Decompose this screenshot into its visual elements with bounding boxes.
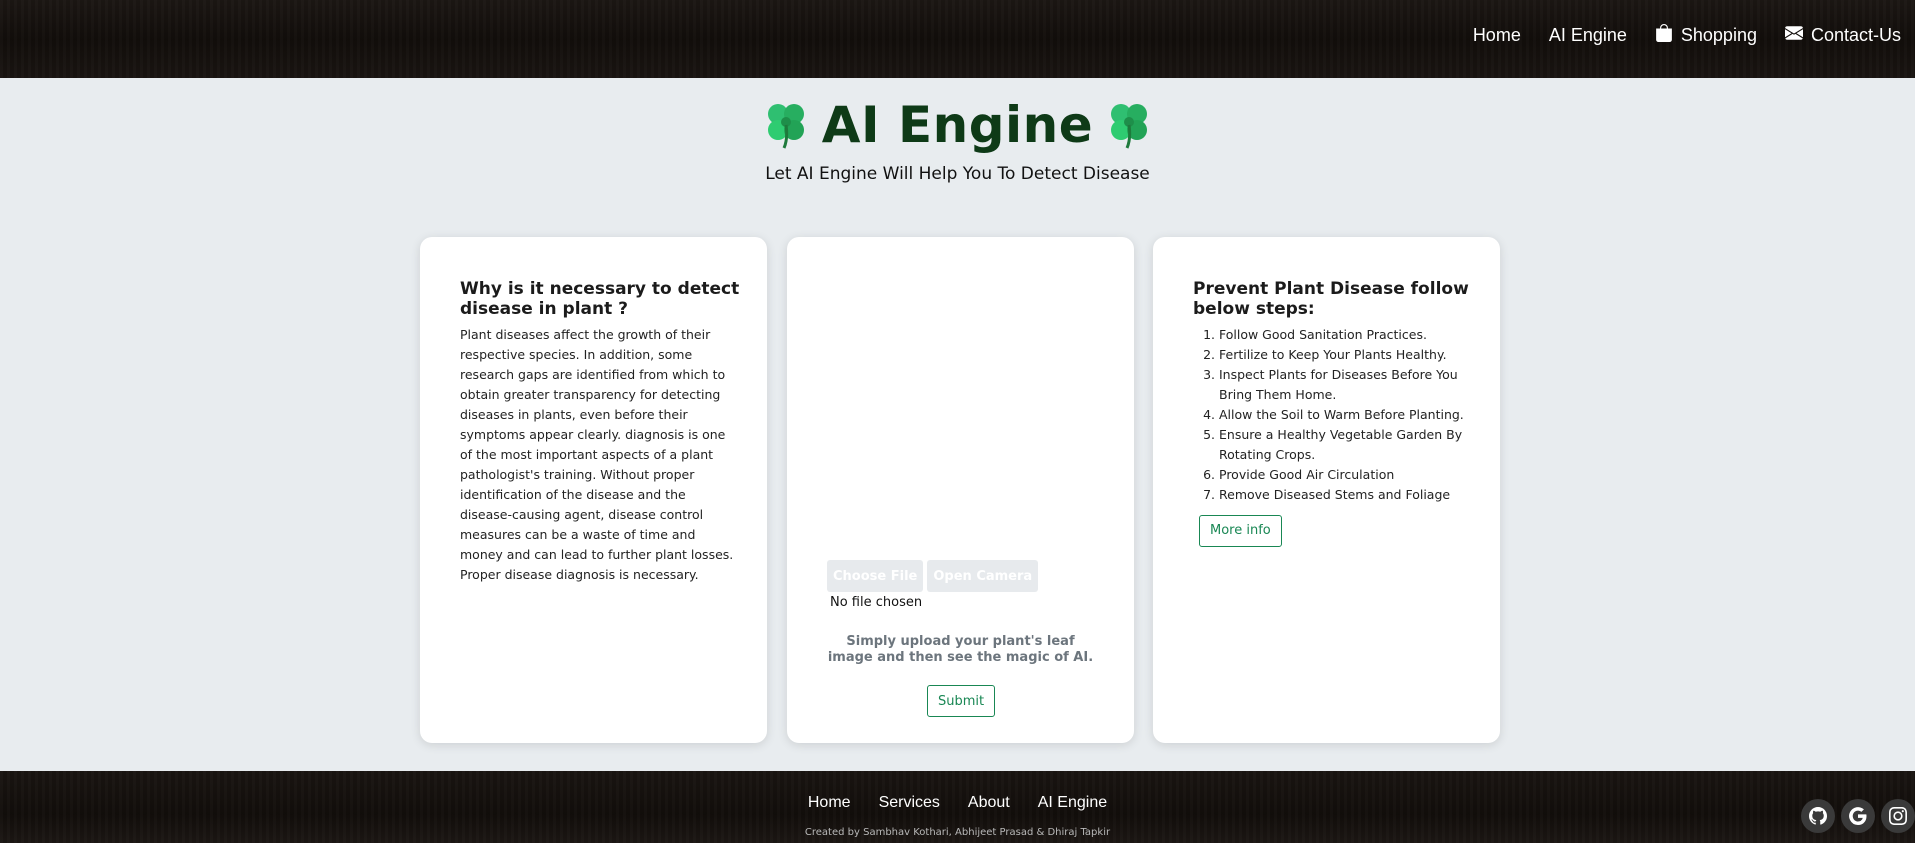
upload-card: Choose File Open Camera No file chosen S… [787, 237, 1134, 743]
top-navbar: Home AI Engine Shopping Contact-Us [0, 0, 1915, 78]
more-info-button[interactable]: More info [1199, 515, 1282, 547]
choose-file-button[interactable]: Choose File [827, 560, 924, 592]
nav-ai-engine-link[interactable]: AI Engine [1549, 25, 1627, 46]
footer-ai-engine-link[interactable]: AI Engine [1038, 794, 1107, 812]
social-links [1801, 799, 1915, 833]
list-item: Fertilize to Keep Your Plants Healthy. [1219, 345, 1479, 365]
list-item: Ensure a Healthy Vegetable Garden By Rot… [1219, 425, 1479, 465]
nav-contact-link[interactable]: Contact-Us [1784, 24, 1901, 47]
github-icon[interactable] [1801, 799, 1835, 833]
nav-ai-engine-label: AI Engine [1548, 25, 1627, 45]
shopping-bag-icon [1655, 24, 1673, 47]
footer-credits: Created by Sambhav Kothari, Abhijeet Pra… [804, 827, 1111, 838]
footer-services-link[interactable]: Services [879, 794, 940, 812]
prevent-disease-title: Prevent Plant Disease follow below steps… [1193, 279, 1469, 319]
nav-home-link[interactable]: Home [1473, 25, 1521, 46]
why-detect-title: Why is it necessary to detect disease in… [460, 279, 740, 319]
footer-about-link[interactable]: About [968, 794, 1010, 812]
page-title: AI Engine [821, 96, 1094, 154]
footer-home-link[interactable]: Home [808, 794, 851, 812]
clover-icon [767, 104, 804, 149]
prevent-disease-card: Prevent Plant Disease follow below steps… [1153, 237, 1500, 743]
open-camera-button[interactable]: Open Camera [927, 560, 1039, 592]
nav-links: Home AI Engine Shopping Contact-Us [1473, 24, 1901, 47]
footer-links: Home Services About AI Engine [0, 794, 1915, 812]
upload-helper-text: Simply upload your plant's leaf image an… [827, 634, 1094, 665]
nav-home-label: Home [1472, 25, 1521, 45]
nav-shopping-label: Shopping [1680, 25, 1757, 45]
clover-icon [1111, 104, 1148, 149]
page-footer: Home Services About AI Engine Created by… [0, 771, 1915, 843]
list-item: Allow the Soil to Warm Before Planting. [1219, 405, 1479, 425]
list-item: Follow Good Sanitation Practices. [1219, 325, 1479, 345]
nav-contact-label: Contact-Us [1810, 25, 1901, 45]
submit-button[interactable]: Submit [927, 685, 996, 717]
list-item: Inspect Plants for Diseases Before You B… [1219, 365, 1479, 405]
page-subtitle: Let AI Engine Will Help You To Detect Di… [765, 164, 1150, 184]
prevention-steps-list: Follow Good Sanitation Practices. Fertil… [1219, 325, 1479, 505]
google-icon[interactable] [1841, 799, 1875, 833]
title-row: AI Engine [0, 96, 1915, 154]
why-detect-body: Plant diseases affect the growth of thei… [460, 327, 734, 582]
file-status: No file chosen [830, 595, 923, 610]
nav-shopping-link[interactable]: Shopping [1655, 24, 1757, 47]
why-detect-card: Why is it necessary to detect disease in… [420, 237, 767, 743]
instagram-icon[interactable] [1881, 799, 1915, 833]
page-header: AI Engine Let AI Engine Will Help You To… [0, 96, 1915, 184]
upload-controls: Choose File Open Camera [827, 560, 1039, 592]
envelope-icon [1784, 24, 1803, 47]
list-item: Remove Diseased Stems and Foliage [1219, 485, 1479, 505]
list-item: Provide Good Air Circulation [1219, 465, 1479, 485]
